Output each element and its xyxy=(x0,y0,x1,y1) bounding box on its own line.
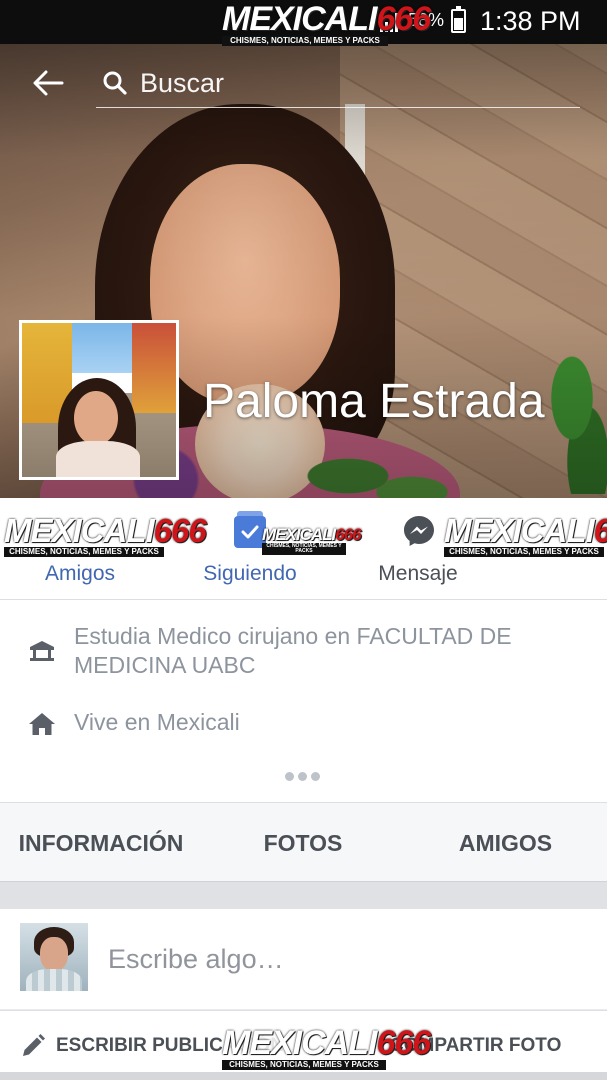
profile-tabs: INFORMACIÓN FOTOS AMIGOS xyxy=(0,802,607,882)
battery-icon xyxy=(451,6,466,33)
friends-label: Amigos xyxy=(44,562,116,585)
tab-friends[interactable]: AMIGOS xyxy=(404,803,607,883)
watermark-logo: MEXICALI666 CHISMES, NOTICIAS, MEMES Y P… xyxy=(4,512,207,557)
composer-input[interactable] xyxy=(108,939,578,979)
section-divider xyxy=(0,882,607,909)
intro-section: Estudia Medico cirujano en FACULTAD DE M… xyxy=(0,600,607,802)
back-arrow-icon[interactable] xyxy=(32,68,64,98)
viewer-avatar[interactable] xyxy=(20,923,88,991)
search-icon xyxy=(103,71,127,95)
tab-information[interactable]: INFORMACIÓN xyxy=(0,803,202,883)
watermark-logo: MEXICALI666 CHISMES, NOTICIAS, MEMES Y P… xyxy=(262,525,362,555)
profile-screen: 58% 1:38 PM Paloma Estrada xyxy=(0,0,607,1080)
home-icon xyxy=(29,713,55,735)
pencil-icon xyxy=(23,1034,45,1056)
watermark-logo: MEXICALI666 CHISMES, NOTICIAS, MEMES Y P… xyxy=(444,514,607,557)
search-bar[interactable] xyxy=(96,60,580,108)
watermark-logo: MEXICALI666 CHISMES, NOTICIAS, MEMES Y P… xyxy=(222,1024,431,1070)
following-label: Siguiendo xyxy=(203,562,297,585)
post-composer xyxy=(0,909,607,1009)
message-label: Mensaje xyxy=(378,562,458,585)
education-text: Estudia Medico cirujano en FACULTAD DE M… xyxy=(74,623,512,678)
school-icon xyxy=(30,641,54,661)
profile-picture[interactable] xyxy=(19,320,179,480)
tab-photos[interactable]: FOTOS xyxy=(202,803,404,883)
location-text: Vive en Mexicali xyxy=(74,709,240,735)
clock: 1:38 PM xyxy=(480,6,581,36)
profile-name: Paloma Estrada xyxy=(203,375,545,428)
bottom-edge xyxy=(0,1072,607,1080)
search-input[interactable] xyxy=(140,64,560,102)
watermark-logo: MEXICALI666 CHISMES, NOTICIAS, MEMES Y P… xyxy=(222,0,431,46)
messenger-icon xyxy=(404,516,434,546)
more-dots-icon[interactable] xyxy=(285,772,325,782)
